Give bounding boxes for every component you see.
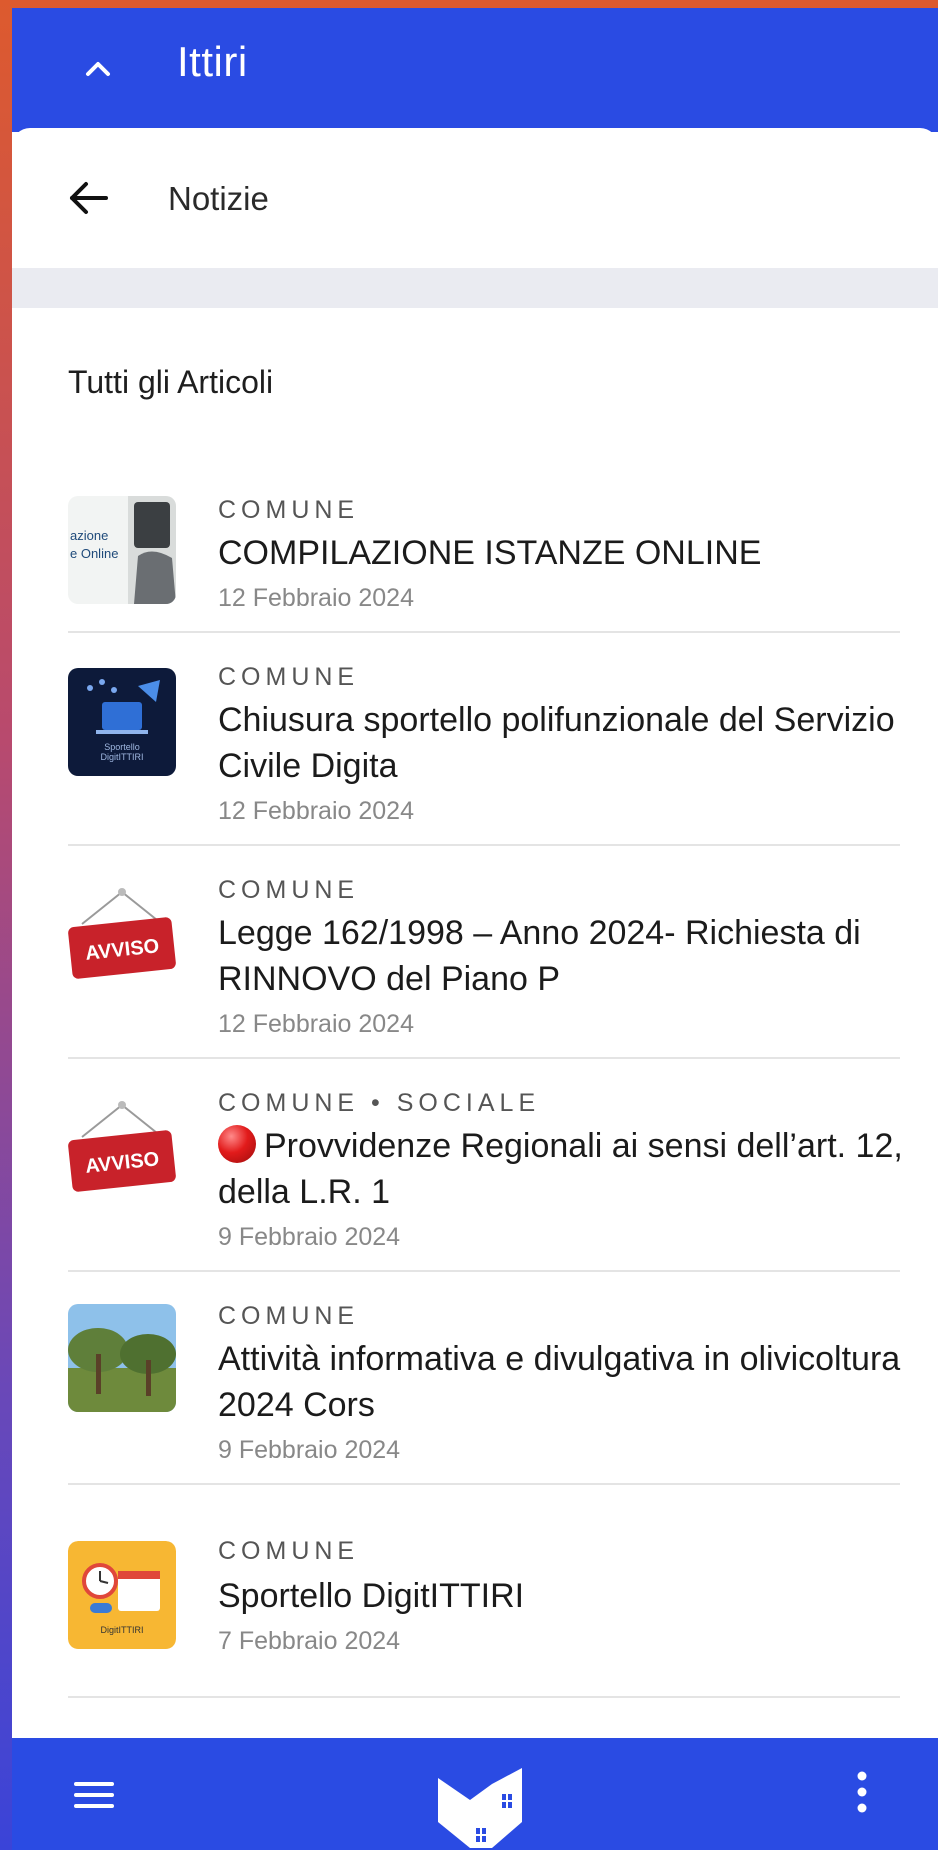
thumbnail-logo-text: DigitITTIRI bbox=[100, 752, 143, 762]
article-thumbnail: AVVISO bbox=[68, 884, 176, 992]
hamburger-menu-icon[interactable] bbox=[74, 1778, 114, 1812]
article-title: Legge 162/1998 – Anno 2024- Richiesta di… bbox=[218, 914, 861, 998]
article-category: COMUNE bbox=[218, 1537, 360, 1565]
article-date: 9 Febbraio 2024 bbox=[218, 1223, 401, 1251]
article-title: Provvidenze Regionali ai sensi dell’art.… bbox=[218, 1123, 908, 1215]
town-logo-icon[interactable] bbox=[430, 1760, 540, 1850]
bottom-app-bar bbox=[12, 1738, 938, 1850]
page-header: Notizie bbox=[12, 128, 938, 268]
list-item[interactable]: COMUNE Attività informativa e divulgativ… bbox=[68, 1272, 900, 1485]
article-title: Sportello DigitITTIRI bbox=[218, 1577, 525, 1615]
article-title: COMPILAZIONE ISTANZE ONLINE bbox=[218, 534, 762, 572]
thumbnail-logo-text: Sportello bbox=[104, 742, 140, 752]
list-item[interactable]: AVVISO COMUNE • SOCIALE Provvidenze Regi… bbox=[68, 1059, 903, 1272]
app-window: Ittiri Notizie Tutti gli Articoli azione… bbox=[12, 8, 938, 1850]
article-category: COMUNE bbox=[218, 876, 360, 904]
thumbnail-logo-text: DigitITTIRI bbox=[100, 1625, 143, 1635]
list-item[interactable]: AVVISO COMUNE Legge 162/1998 – Anno 2024… bbox=[68, 846, 900, 1059]
article-thumbnail: AVVISO bbox=[68, 1097, 176, 1205]
article-date: 7 Febbraio 2024 bbox=[218, 1627, 401, 1655]
article-thumbnail bbox=[68, 1304, 176, 1412]
article-title: Chiusura sportello polifunzionale del Se… bbox=[218, 701, 895, 785]
article-date: 12 Febbraio 2024 bbox=[218, 584, 414, 612]
article-date: 12 Febbraio 2024 bbox=[218, 797, 414, 825]
arrow-left-icon[interactable] bbox=[64, 176, 114, 220]
article-category: COMUNE • SOCIALE bbox=[218, 1089, 541, 1117]
svg-text:azione: azione bbox=[70, 528, 108, 543]
more-vert-icon[interactable] bbox=[852, 1768, 872, 1818]
header-divider bbox=[12, 268, 938, 308]
article-category: COMUNE bbox=[218, 663, 360, 691]
section-title: Tutti gli Articoli bbox=[68, 364, 274, 400]
red-circle-icon bbox=[218, 1125, 256, 1163]
article-category: COMUNE bbox=[218, 1302, 360, 1330]
article-thumbnail: DigitITTIRI bbox=[68, 1541, 176, 1649]
list-item[interactable]: DigitITTIRI COMUNE Sportello DigitITTIRI… bbox=[68, 1485, 900, 1698]
page-title: Notizie bbox=[168, 180, 269, 217]
article-thumbnail: Sportello DigitITTIRI bbox=[68, 668, 176, 776]
article-category: COMUNE bbox=[218, 496, 360, 524]
app-title: Ittiri bbox=[177, 38, 248, 85]
article-date: 9 Febbraio 2024 bbox=[218, 1436, 401, 1464]
content-sheet: Notizie Tutti gli Articoli azione e Onli… bbox=[12, 128, 938, 1748]
article-date: 12 Febbraio 2024 bbox=[218, 1010, 414, 1038]
article-title: Attività informativa e divulgativa in ol… bbox=[218, 1340, 901, 1424]
top-app-bar: Ittiri bbox=[12, 8, 938, 132]
list-item[interactable]: azione e Online COMUNE COMPILAZIONE ISTA… bbox=[68, 468, 900, 633]
article-thumbnail: azione e Online bbox=[68, 496, 176, 604]
article-title-text: Provvidenze Regionali ai sensi dell’art.… bbox=[218, 1127, 903, 1211]
list-item[interactable]: Sportello DigitITTIRI COMUNE Chiusura sp… bbox=[68, 633, 900, 846]
svg-text:e Online: e Online bbox=[70, 546, 118, 561]
chevron-up-icon[interactable] bbox=[78, 48, 118, 88]
